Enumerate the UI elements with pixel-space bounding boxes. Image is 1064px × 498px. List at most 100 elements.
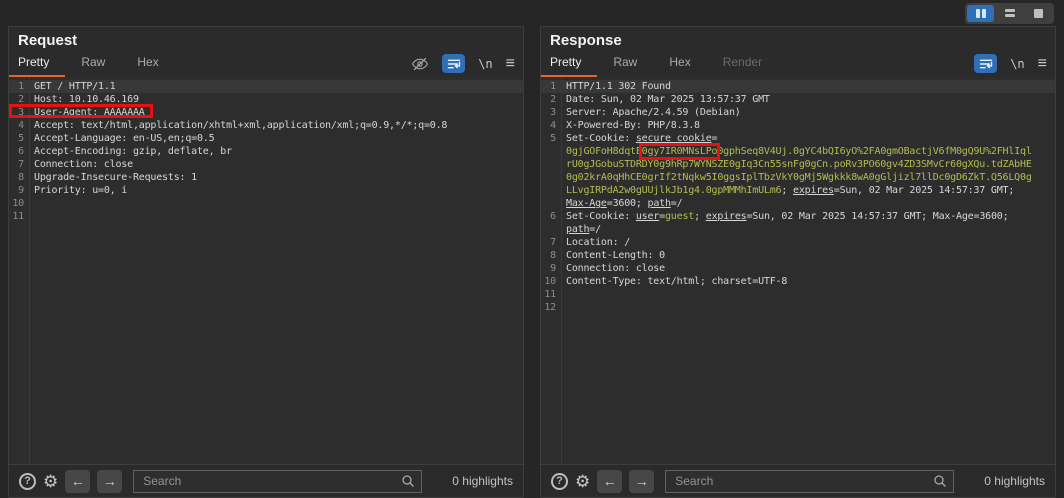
gear-icon[interactable]: ⚙ [575,473,590,490]
code-line[interactable]: 9Priority: u=0, i [9,184,523,197]
code-line[interactable]: 0g02krA0qHhCE0grIf2tNqkw5I0ggsIplTbzVkY0… [541,171,1055,184]
code-line[interactable]: 4X-Powered-By: PHP/8.3.8 [541,119,1055,132]
wrap-text-icon[interactable] [974,54,997,73]
next-match-button[interactable]: → [97,470,122,493]
line-number: 1 [9,80,27,93]
search-field-wrap [133,470,422,493]
code-line[interactable]: 5Accept-Language: en-US,en;q=0.5 [9,132,523,145]
line-number: 8 [541,249,559,262]
tab-pretty[interactable]: Pretty [9,50,65,77]
code-line[interactable]: 7Connection: close [9,158,523,171]
code-text: Date: Sun, 02 Mar 2025 13:57:37 GMT [566,94,770,105]
code-text: User-Agent: AAAAAAA [34,107,145,118]
newline-toggle-icon[interactable]: \n [478,57,492,71]
response-panel: Response PrettyRawHexRender \n ≡ [540,26,1056,498]
request-editor[interactable]: 1GET / HTTP/1.12Host: 10.10.46.1693User-… [9,77,523,464]
code-line[interactable]: 6Accept-Encoding: gzip, deflate, br [9,145,523,158]
code-line[interactable]: 8Content-Length: 0 [541,249,1055,262]
line-number: 7 [9,158,27,171]
tab-hex[interactable]: Hex [653,50,706,77]
code-line[interactable]: 7Location: / [541,236,1055,249]
code-text: Upgrade-Insecure-Requests: 1 [34,172,197,183]
line-number [541,145,559,158]
code-text [27,210,523,223]
newline-toggle-icon[interactable]: \n [1010,57,1024,71]
code-line[interactable]: 3User-Agent: AAAAAAA [9,106,523,119]
code-line[interactable]: 11 [9,210,523,223]
line-number: 5 [9,132,27,145]
layout-segmented-control [965,3,1054,24]
next-match-button[interactable]: → [629,470,654,493]
code-text: 0gjGOFoH8dqtE0gy7IR0MNsLPo0gphSeq8V4Uj.0… [559,145,1055,158]
code-line[interactable]: 12 [541,301,1055,314]
line-number: 5 [541,132,559,145]
tab-hex[interactable]: Hex [121,50,174,77]
tab-pretty[interactable]: Pretty [541,50,597,77]
code-line[interactable]: 6Set-Cookie: user=guest; expires=Sun, 02… [541,210,1055,223]
search-input[interactable] [133,470,422,493]
code-text: Set-Cookie: [566,133,636,144]
code-text: guest [665,211,694,222]
tab-raw[interactable]: Raw [65,50,121,77]
line-number: 11 [9,210,27,223]
code-line[interactable]: 3Server: Apache/2.4.59 (Debian) [541,106,1055,119]
request-panel: Request PrettyRawHex [8,26,524,498]
code-text [559,301,1055,314]
response-footer: ? ⚙ ← → 0 highlights [541,464,1055,497]
response-tabs-row: PrettyRawHexRender \n ≡ [541,51,1055,77]
code-line[interactable]: 4Accept: text/html,application/xhtml+xml… [9,119,523,132]
line-number [541,171,559,184]
editor-menu-icon[interactable]: ≡ [1038,56,1047,72]
tab-raw[interactable]: Raw [597,50,653,77]
line-number [541,184,559,197]
single-pane-icon [1034,9,1043,18]
code-line[interactable]: 2Host: 10.10.46.169 [9,93,523,106]
code-line[interactable]: path=/ [541,223,1055,236]
help-icon[interactable]: ? [551,473,568,490]
wrap-text-icon[interactable] [442,54,465,73]
search-input[interactable] [665,470,954,493]
editor-menu-icon[interactable]: ≡ [506,56,515,72]
prev-match-button[interactable]: ← [65,470,90,493]
code-text: path [648,198,671,209]
line-number: 6 [541,210,559,223]
code-line[interactable]: 11 [541,288,1055,301]
code-text: Set-Cookie: [566,211,636,222]
code-line[interactable]: 5Set-Cookie: secure_cookie= [541,132,1055,145]
code-line[interactable]: 9Connection: close [541,262,1055,275]
code-text: Accept-Encoding: gzip, deflate, br [27,145,523,158]
code-text: ; [781,185,793,196]
response-editor[interactable]: 1HTTP/1.1 302 Found2 Date: Sun, 02 Mar 20… [541,77,1055,464]
prev-match-button[interactable]: ← [597,470,622,493]
code-text: Max-Age [566,198,607,209]
line-number [541,158,559,171]
panels-container: Request PrettyRawHex [0,26,1064,498]
code-text: 0gjGOFoH8dqtE [566,146,642,157]
code-text: Connection: close [566,263,665,274]
code-line[interactable]: 10 [9,197,523,210]
code-text: Content-Type: text/html; charset=UTF-8 [566,276,787,287]
code-line[interactable]: LLvgIRPdA2w0gUUjlkJb1g4.0gpMMMhImULm6; e… [541,184,1055,197]
code-line[interactable]: 2 Date: Sun, 02 Mar 2025 13:57:37 GMT [541,93,1055,106]
code-line[interactable]: Max-Age=3600; path=/ [541,197,1055,210]
code-line[interactable]: 0gjGOFoH8dqtE0gy7IR0MNsLPo0gphSeq8V4Uj.0… [541,145,1055,158]
help-icon[interactable]: ? [19,473,36,490]
line-number: 2 [541,93,559,106]
layout-columns-button[interactable] [967,5,994,22]
code-line[interactable]: 10Content-Type: text/html; charset=UTF-8 [541,275,1055,288]
code-text: HTTP/1.1 302 Found [566,81,671,92]
line-number: 11 [541,288,559,301]
code-line[interactable]: 1GET / HTTP/1.1 [9,80,523,93]
gear-icon[interactable]: ⚙ [43,473,58,490]
code-text: =/ [589,224,601,235]
layout-single-button[interactable] [1025,5,1052,22]
code-text: User-Agent: AAAAAAA [27,106,523,119]
code-line[interactable]: rU0gJGobuSTDRDY0g9hRp7WYNSZE0gIq3Cn55snF… [541,158,1055,171]
request-toolbar: \n ≡ [411,54,515,77]
hide-matches-eye-icon[interactable] [411,57,429,71]
code-text: Connection: close [559,262,1055,275]
layout-rows-button[interactable] [996,5,1023,22]
code-line[interactable]: 8Upgrade-Insecure-Requests: 1 [9,171,523,184]
code-line[interactable]: 1HTTP/1.1 302 Found [541,80,1055,93]
line-number: 9 [9,184,27,197]
